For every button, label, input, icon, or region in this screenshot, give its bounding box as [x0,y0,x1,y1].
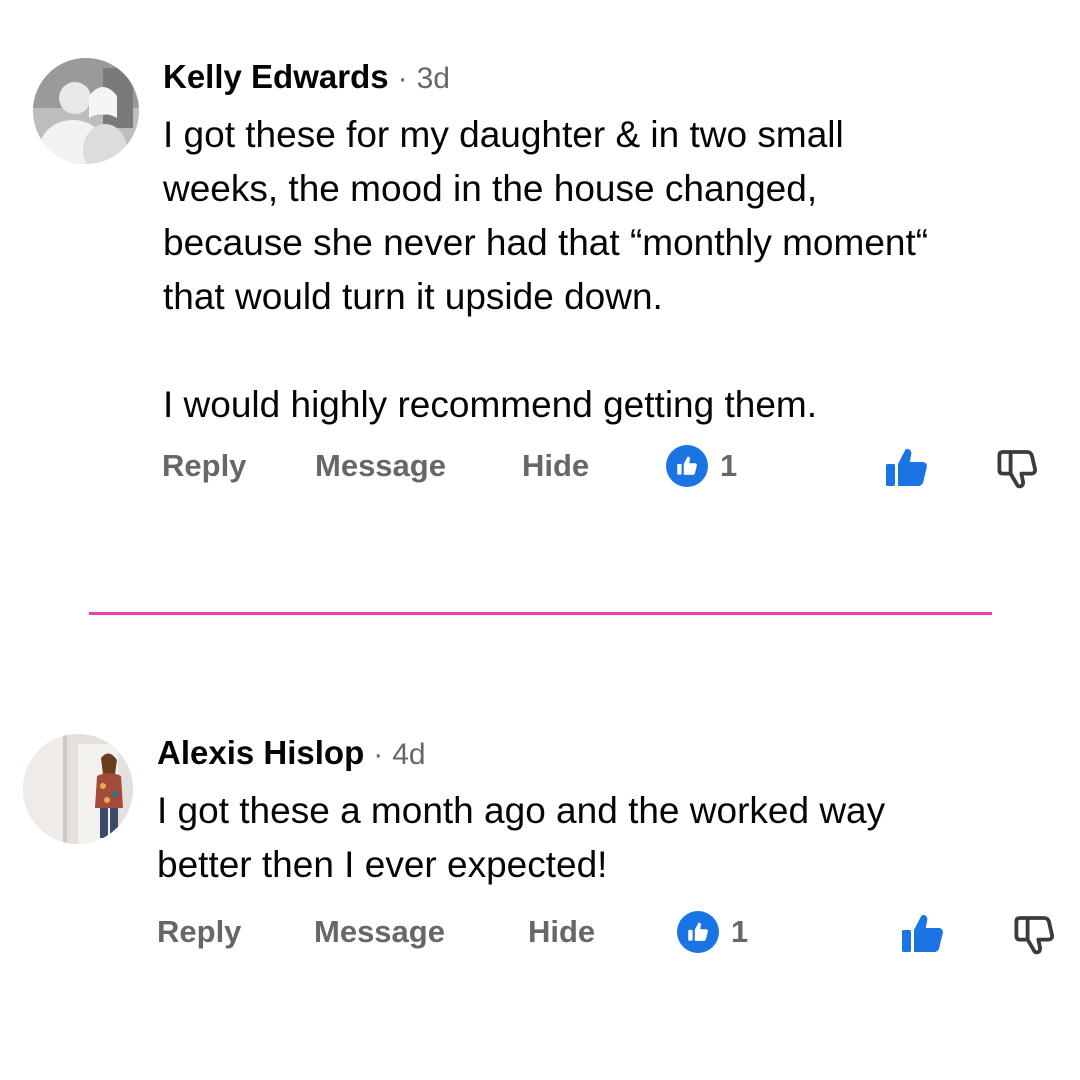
comment-text-line: I would highly recommend getting them. [163,384,818,425]
comment-header: Alexis Hislop · 4d [157,734,885,778]
reaction-count: 1 [720,448,738,483]
comment-text-line: because she never had that “monthly mome… [163,222,929,263]
message-button[interactable]: Message [314,910,445,954]
hide-button[interactable]: Hide [522,444,589,488]
thumbs-down-icon[interactable] [1010,910,1058,958]
comment-text-line: better then I ever expected! [157,844,608,885]
author-name[interactable]: Kelly Edwards [163,58,389,96]
comment-text-line: I got these for my daughter & in two sma… [163,114,844,155]
comment-text: I got these for my daughter & in two sma… [163,108,928,432]
author-name[interactable]: Alexis Hislop [157,734,364,772]
divider [89,612,992,615]
avatar[interactable] [33,58,139,164]
comment-text-line: I got these a month ago and the worked w… [157,790,886,831]
comment-text-line: weeks, the mood in the house changed, [163,168,818,209]
comment-header: Kelly Edwards · 3d [163,58,928,102]
like-badge-icon [666,445,708,487]
reaction-count: 1 [731,914,749,949]
reaction-summary[interactable]: 1 [677,910,748,954]
comment-timestamp[interactable]: 3d [417,62,450,96]
avatar-photo [23,734,133,844]
thumbs-up-icon[interactable] [899,910,947,958]
comment-text-line [163,324,928,378]
comment-text: I got these a month ago and the worked w… [157,784,885,892]
reaction-summary[interactable]: 1 [666,444,737,488]
avatar-photo [33,58,139,164]
hide-button[interactable]: Hide [528,910,595,954]
comment-timestamp[interactable]: 4d [392,738,425,772]
separator-dot: · [373,738,384,771]
like-badge-icon [677,911,719,953]
avatar[interactable] [23,734,133,844]
comment-actions: Reply Message Hide 1 [0,910,1080,955]
comment-actions: Reply Message Hide 1 [0,444,1080,489]
thumbs-down-icon[interactable] [993,444,1041,492]
reply-button[interactable]: Reply [157,910,241,954]
thumbs-up-icon[interactable] [883,444,931,492]
message-button[interactable]: Message [315,444,446,488]
separator-dot: · [397,62,408,95]
comment-text-line: that would turn it upside down. [163,276,663,317]
reply-button[interactable]: Reply [162,444,246,488]
